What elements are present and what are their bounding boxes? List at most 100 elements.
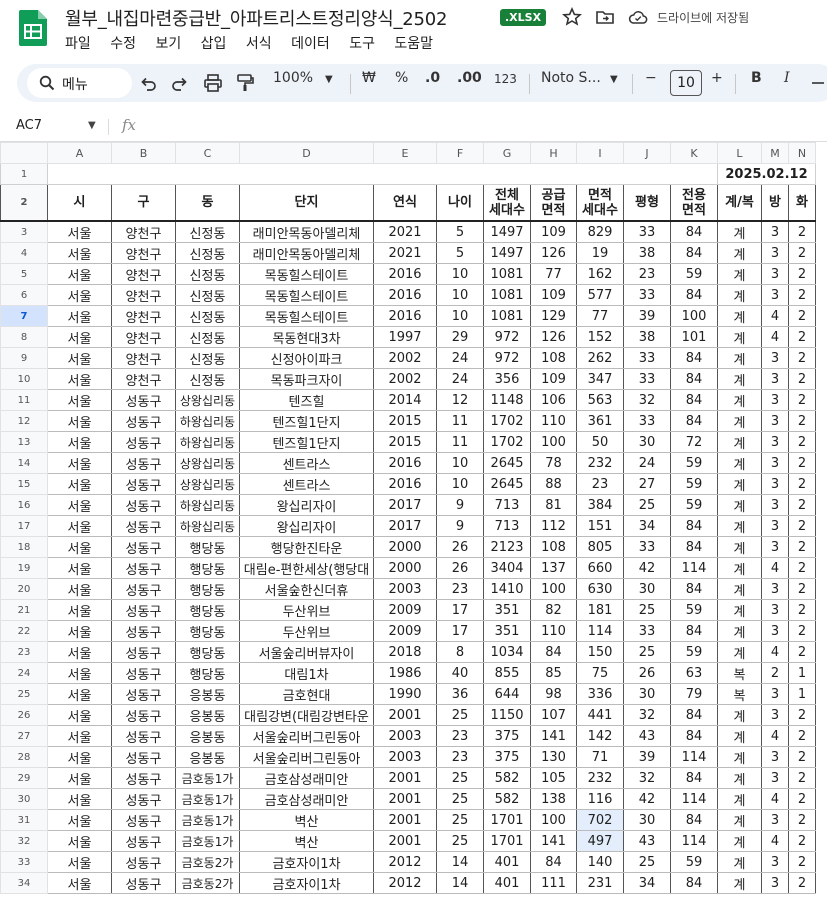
- cell[interactable]: 성동구: [111, 746, 176, 768]
- column-title[interactable]: 공급 면적: [530, 184, 577, 222]
- cell[interactable]: 2: [788, 220, 816, 243]
- cell[interactable]: 25: [623, 599, 671, 621]
- column-title[interactable]: 단지: [239, 184, 374, 222]
- cell[interactable]: 2: [788, 473, 816, 495]
- column-title[interactable]: 연식: [373, 184, 437, 222]
- cell[interactable]: 2645: [483, 452, 531, 474]
- cell[interactable]: 375: [483, 725, 531, 747]
- cell[interactable]: 2: [788, 263, 816, 285]
- cell[interactable]: 88: [530, 473, 577, 495]
- cell[interactable]: 서울: [47, 494, 112, 516]
- cell[interactable]: 4: [761, 326, 789, 348]
- cell[interactable]: 성동구: [111, 767, 176, 789]
- cell[interactable]: 110: [530, 410, 577, 432]
- cell[interactable]: 텐즈힐1단지: [239, 410, 374, 432]
- cell[interactable]: 84: [670, 725, 718, 747]
- cell[interactable]: 126: [530, 326, 577, 348]
- menu-data[interactable]: 데이터: [291, 33, 330, 53]
- cell[interactable]: 72: [670, 431, 718, 453]
- menu-search[interactable]: 메뉴: [27, 68, 132, 98]
- cell[interactable]: 상왕십리동: [175, 473, 240, 495]
- cell[interactable]: 양천구: [111, 242, 176, 264]
- cell[interactable]: 두산위브: [239, 620, 374, 642]
- cell[interactable]: 행당동: [175, 662, 240, 684]
- menu-file[interactable]: 파일: [65, 33, 91, 53]
- menu-insert[interactable]: 삽입: [201, 33, 227, 53]
- cell[interactable]: 하왕십리동: [175, 494, 240, 516]
- cell[interactable]: 2016: [373, 473, 437, 495]
- cell[interactable]: 29: [436, 326, 484, 348]
- cell[interactable]: 금호동1가: [175, 788, 240, 810]
- cell[interactable]: 하왕십리동: [175, 515, 240, 537]
- cell[interactable]: 3: [761, 704, 789, 726]
- cell[interactable]: 3: [761, 536, 789, 558]
- cell[interactable]: 4: [761, 725, 789, 747]
- row-header[interactable]: 12: [0, 410, 48, 432]
- cell[interactable]: 78: [530, 452, 577, 474]
- column-header[interactable]: M: [761, 142, 789, 164]
- cell[interactable]: 4: [761, 830, 789, 852]
- cell[interactable]: 84: [530, 851, 577, 873]
- cell[interactable]: 563: [576, 389, 624, 411]
- cell[interactable]: 2: [788, 599, 816, 621]
- column-header[interactable]: G: [483, 142, 531, 164]
- cell[interactable]: 계: [717, 452, 762, 474]
- cell[interactable]: 2: [788, 305, 816, 327]
- cell[interactable]: 4: [761, 641, 789, 663]
- cell[interactable]: 347: [576, 368, 624, 390]
- cell[interactable]: 서울: [47, 830, 112, 852]
- cell[interactable]: 2: [788, 536, 816, 558]
- cell[interactable]: 84: [670, 704, 718, 726]
- column-title[interactable]: 화: [788, 184, 816, 222]
- menu-help[interactable]: 도움말: [394, 33, 433, 53]
- cell[interactable]: 계: [717, 620, 762, 642]
- cell[interactable]: 금호동2가: [175, 851, 240, 873]
- move-folder-icon[interactable]: [595, 7, 615, 27]
- cell[interactable]: 1497: [483, 220, 531, 243]
- cell[interactable]: 2021: [373, 220, 437, 243]
- cell[interactable]: 2: [788, 704, 816, 726]
- cell[interactable]: 1: [788, 662, 816, 684]
- cell[interactable]: [47, 163, 718, 185]
- menu-format[interactable]: 서식: [246, 33, 272, 53]
- row-header[interactable]: 27: [0, 725, 48, 747]
- cell[interactable]: 계: [717, 767, 762, 789]
- decrease-decimal-button[interactable]: .0: [425, 70, 440, 86]
- cell[interactable]: 래미안목동아델리체: [239, 220, 374, 243]
- row-header[interactable]: 16: [0, 494, 48, 516]
- cell[interactable]: 32: [623, 389, 671, 411]
- cell[interactable]: 162: [576, 263, 624, 285]
- cell[interactable]: 351: [483, 620, 531, 642]
- cell[interactable]: 26: [623, 662, 671, 684]
- cell[interactable]: 서울: [47, 242, 112, 264]
- cell[interactable]: 복: [717, 683, 762, 705]
- cell[interactable]: 서울: [47, 263, 112, 285]
- cell[interactable]: 84: [670, 578, 718, 600]
- cell[interactable]: 서울: [47, 431, 112, 453]
- cell[interactable]: 계: [717, 746, 762, 768]
- cell[interactable]: 138: [530, 788, 577, 810]
- cell[interactable]: 401: [483, 872, 531, 894]
- row-header[interactable]: 8: [0, 326, 48, 348]
- cell[interactable]: 계: [717, 788, 762, 810]
- cell[interactable]: 양천구: [111, 347, 176, 369]
- column-header[interactable]: H: [530, 142, 577, 164]
- cell[interactable]: 1148: [483, 389, 531, 411]
- cell[interactable]: 384: [576, 494, 624, 516]
- zoom-chevron-down-icon[interactable]: ▼: [325, 74, 333, 85]
- cell[interactable]: 서울: [47, 620, 112, 642]
- cell[interactable]: 계: [717, 389, 762, 411]
- cell[interactable]: 4: [761, 788, 789, 810]
- menu-tools[interactable]: 도구: [349, 33, 375, 53]
- cell[interactable]: 59: [670, 494, 718, 516]
- cell[interactable]: 서울: [47, 452, 112, 474]
- cell[interactable]: 성동구: [111, 515, 176, 537]
- cell[interactable]: 2: [788, 452, 816, 474]
- cell[interactable]: 서울: [47, 515, 112, 537]
- column-header[interactable]: B: [111, 142, 176, 164]
- menu-edit[interactable]: 수정: [110, 33, 136, 53]
- row-header[interactable]: 6: [0, 284, 48, 306]
- cell[interactable]: 713: [483, 494, 531, 516]
- column-title[interactable]: 전체 세대수: [483, 184, 531, 222]
- cell[interactable]: 855: [483, 662, 531, 684]
